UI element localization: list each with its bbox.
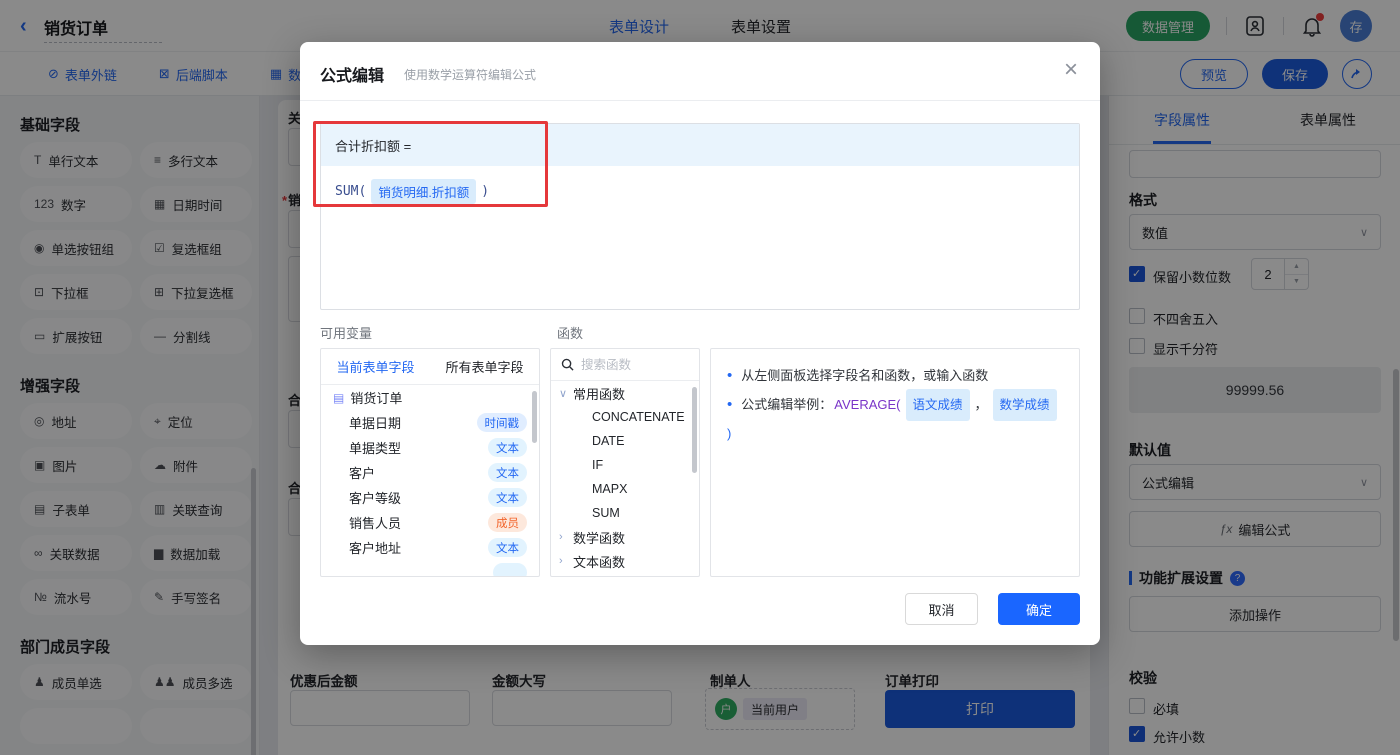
formula-target-label: 合计折扣额 = [335, 136, 411, 155]
function-label: 常用函数 [573, 384, 625, 403]
variable-type-badge [493, 563, 527, 577]
formula-tips-panel: • 从左侧面板选择字段名和函数，或输入函数 • 公式编辑举例： AVERAGE(… [710, 348, 1080, 577]
formula-function-token: SUM( [335, 184, 366, 199]
function-search-input[interactable] [581, 358, 681, 372]
tip-line-2: • 公式编辑举例： AVERAGE( 语文成绩 ， 数学成绩 ) [727, 389, 1063, 447]
functions-section-label: 函数 [557, 323, 583, 342]
variable-name: 单据日期 [349, 413, 401, 432]
variable-type-badge: 文本 [488, 488, 527, 507]
function-item[interactable]: › 文本函数 [551, 549, 699, 573]
variables-root-row[interactable]: ▤ 销货订单 [321, 385, 539, 410]
variables-section-label: 可用变量 [320, 323, 372, 342]
function-label: SUM [592, 506, 620, 520]
function-item[interactable]: MAPX [551, 477, 699, 501]
variable-row[interactable]: 客户地址 文本 [321, 535, 539, 560]
variable-type-badge: 文本 [488, 538, 527, 557]
close-icon[interactable]: × [1064, 56, 1078, 84]
variable-type-badge: 文本 [488, 438, 527, 457]
function-search[interactable] [551, 349, 699, 381]
formula-edit-modal: 公式编辑 使用数学运算符编辑公式 × 合计折扣额 = SUM( 销货明细.折扣额… [300, 42, 1100, 645]
variables-scrollbar[interactable] [532, 391, 537, 443]
variable-name: 客户等级 [349, 488, 401, 507]
form-designer-page: ‹ 销货订单 表单设计 表单设置 数据管理 存 ⊘ [0, 0, 1400, 755]
formula-target-row: 合计折扣额 = [321, 124, 1079, 166]
tip-example-close: ) [727, 421, 731, 447]
functions-scrollbar[interactable] [692, 387, 697, 473]
modal-title: 公式编辑 [320, 62, 384, 86]
search-icon [561, 358, 574, 371]
formula-field-chip: 销货明细.折扣额 [371, 179, 476, 204]
form-doc-icon: ▤ [333, 391, 344, 405]
variable-type-badge: 时间戳 [477, 413, 528, 432]
variable-row-partial[interactable] [321, 560, 539, 577]
functions-panel: ∨ 常用函数 CONCATENATE DATE [550, 348, 700, 577]
function-label: IF [592, 458, 603, 472]
function-label: 数学函数 [573, 528, 625, 547]
function-label: DATE [592, 434, 624, 448]
tip-example-separator: ， [975, 392, 988, 418]
tip-text: 从左侧面板选择字段名和函数，或输入函数 [741, 363, 988, 389]
function-label: 文本函数 [573, 552, 625, 571]
formula-close-token: ) [481, 184, 489, 199]
tab-current-form-fields[interactable]: 当前表单字段 [321, 349, 430, 384]
function-label: MAPX [592, 482, 627, 496]
cancel-button[interactable]: 取消 [905, 593, 978, 625]
bullet-icon: • [727, 363, 732, 389]
function-item[interactable]: SUM [551, 501, 699, 525]
formula-expression: SUM( 销货明细.折扣额 ) [335, 179, 489, 204]
variables-field-list: 单据日期 时间戳 单据类型 文本 客户 文本 客户等级 [321, 410, 539, 560]
function-list: ∨ 常用函数 CONCATENATE DATE [551, 381, 699, 573]
function-item[interactable]: DATE [551, 429, 699, 453]
variable-row[interactable]: 客户等级 文本 [321, 485, 539, 510]
formula-editor[interactable]: 合计折扣额 = SUM( 销货明细.折扣额 ) [320, 123, 1080, 310]
function-item[interactable]: › 数学函数 [551, 525, 699, 549]
tip-line-1: • 从左侧面板选择字段名和函数，或输入函数 [727, 363, 1063, 389]
variable-name: 客户地址 [349, 538, 401, 557]
variable-row[interactable]: 销售人员 成员 [321, 510, 539, 535]
tab-all-form-fields[interactable]: 所有表单字段 [430, 349, 539, 384]
confirm-button[interactable]: 确定 [998, 593, 1080, 625]
function-item[interactable]: CONCATENATE [551, 405, 699, 429]
function-item[interactable]: IF [551, 453, 699, 477]
modal-header-divider [300, 100, 1100, 101]
variable-row[interactable]: 单据类型 文本 [321, 435, 539, 460]
tree-chevron-icon: › [559, 531, 573, 543]
tip-example-chip: 数学成绩 [993, 389, 1057, 421]
variables-root-label: 销货订单 [350, 388, 402, 407]
variable-type-badge: 文本 [488, 463, 527, 482]
variable-name: 客户 [349, 463, 375, 482]
variable-type-badge: 成员 [488, 513, 527, 532]
modal-subtitle: 使用数学运算符编辑公式 [404, 66, 536, 83]
variable-name: 销售人员 [349, 513, 401, 532]
tip-example-chip: 语文成绩 [906, 389, 970, 421]
variable-row[interactable]: 客户 文本 [321, 460, 539, 485]
variable-name: 单据类型 [349, 438, 401, 457]
function-label: CONCATENATE [592, 410, 685, 424]
bullet-icon: • [727, 392, 732, 418]
function-item[interactable]: ∨ 常用函数 [551, 381, 699, 405]
tip-example-function: AVERAGE( [834, 392, 900, 418]
tip-example-prefix: 公式编辑举例： [741, 392, 832, 418]
tree-chevron-icon: › [559, 555, 573, 567]
tree-chevron-icon: ∨ [559, 387, 573, 400]
variables-tabs: 当前表单字段 所有表单字段 [321, 349, 539, 385]
variable-row[interactable]: 单据日期 时间戳 [321, 410, 539, 435]
variables-panel: 当前表单字段 所有表单字段 ▤ 销货订单 单据日期 时间戳 单据类型 文本 [320, 348, 540, 577]
